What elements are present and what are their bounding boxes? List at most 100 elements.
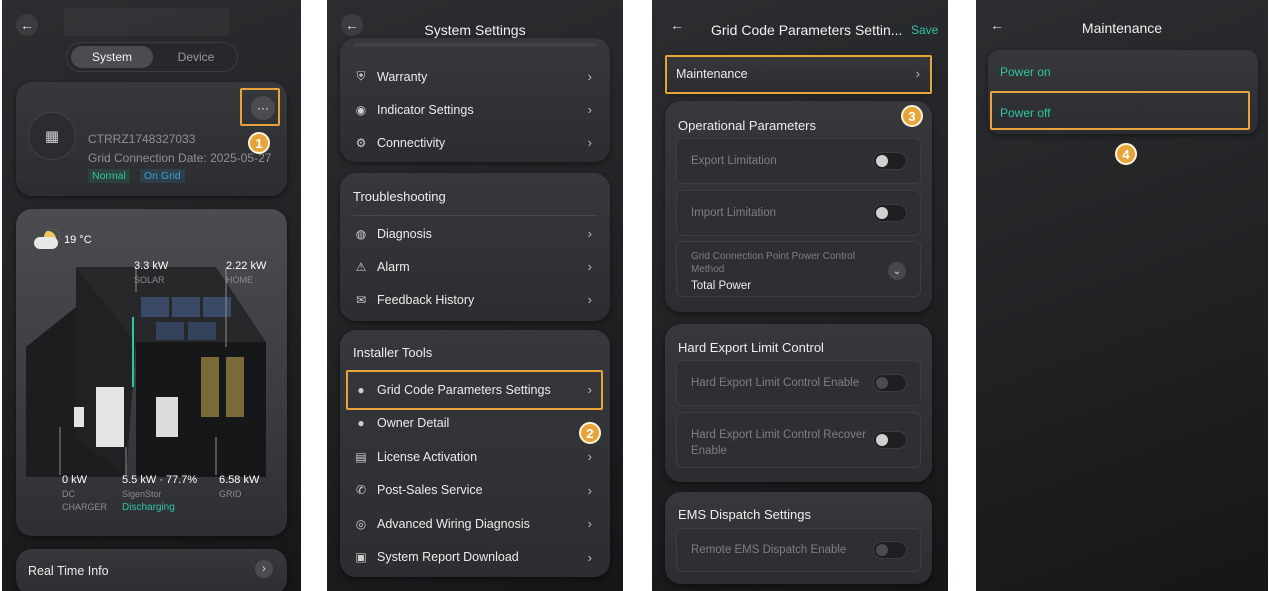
settings-item-label: Advanced Wiring Diagnosis <box>377 516 530 531</box>
hard-export-recover-toggle[interactable] <box>873 431 907 449</box>
step-badge-3: 3 <box>901 105 923 127</box>
maintenance-screen: ← Maintenance Power on Power off 4 <box>976 0 1268 591</box>
system-settings-screen: ← System Settings ⛨ Warranty › ◉ Indicator S… <box>327 0 623 591</box>
hard-export-limit-card: Hard Export Limit Control Hard Export Li… <box>665 324 932 482</box>
step-badge-2: 2 <box>579 422 601 444</box>
settings-item-alarm[interactable]: ⚠ Alarm › <box>340 250 610 283</box>
import-limitation-label: Import Limitation <box>691 207 777 219</box>
export-limitation-toggle[interactable] <box>873 152 907 170</box>
scroll-clipped-row <box>354 43 596 47</box>
grid-value: 6.58 kW <box>219 474 260 486</box>
highlight-power-off <box>990 91 1250 130</box>
chevron-right-icon: › <box>587 292 592 307</box>
settings-item-owner[interactable]: ●Owner Detail› <box>340 407 610 440</box>
page-title: Maintenance <box>1081 20 1163 36</box>
tab-system[interactable]: System <box>71 46 153 68</box>
tab-device[interactable]: Device <box>157 46 235 68</box>
chevron-right-icon: › <box>587 549 592 565</box>
weather-temp: 19 °C <box>64 234 92 246</box>
grid-connection-date: Grid Connection Date: 2025-05-27 <box>88 151 272 165</box>
settings-item-label: Post-Sales Service <box>377 483 483 497</box>
dc-label: DC <box>62 489 75 499</box>
gcp-power-control-row[interactable]: Grid Connection Point Power Control Meth… <box>676 241 921 297</box>
home-screen: ← System Device ▦ CTRRZ1748327033 Grid C… <box>2 0 301 591</box>
settings-item-label: System Report Download <box>377 550 519 564</box>
export-limitation-row: Export Limitation <box>676 138 921 184</box>
chevron-right-icon: › <box>587 69 592 84</box>
settings-item-label: Diagnosis <box>377 226 432 241</box>
real-time-info-button[interactable]: Real Time Info › <box>16 549 287 591</box>
settings-item-label: Warranty <box>377 69 428 84</box>
battery-value: 5.5 kW · 77.7% <box>122 474 198 486</box>
remote-ems-row: Remote EMS Dispatch Enable <box>676 528 921 572</box>
wiring-icon: ◎ <box>355 516 367 531</box>
diagnosis-icon: ◍ <box>355 226 367 241</box>
house-illustration <box>26 267 266 477</box>
settings-item-warranty[interactable]: ⛨ Warranty › <box>340 60 610 93</box>
solar-value: 3.3 kW <box>134 260 169 272</box>
step-badge-1: 1 <box>248 132 270 154</box>
general-settings-card: ⛨ Warranty › ◉ Indicator Settings › ⚙ Connectiv… <box>340 38 610 162</box>
hard-export-recover-label: Hard Export Limit Control Recover Enable <box>691 429 867 457</box>
power-on-option[interactable]: Power on <box>1000 65 1051 79</box>
weather-icon <box>34 229 62 249</box>
solar-label: SOLAR <box>134 275 165 285</box>
settings-item-connectivity[interactable]: ⚙ Connectivity › <box>340 126 610 159</box>
hard-export-enable-row: Hard Export Limit Control Enable <box>676 360 921 406</box>
battery-label: SigenStor <box>122 489 162 499</box>
operational-parameters-card: Operational Parameters Export Limitation… <box>665 101 932 312</box>
back-icon[interactable]: ← <box>666 14 688 36</box>
settings-item-feedback[interactable]: ✉ Feedback History › <box>340 283 610 316</box>
import-limitation-row: Import Limitation <box>676 190 921 236</box>
save-button[interactable]: Save <box>911 23 938 37</box>
chevron-down-icon: ⌄ <box>888 262 906 280</box>
settings-item-label: Owner Detail <box>377 416 450 430</box>
chevron-right-icon: › <box>255 560 273 578</box>
hard-export-recover-row: Hard Export Limit Control Recover Enable <box>676 412 921 468</box>
indicator-icon: ◉ <box>355 102 367 117</box>
settings-item-label: License Activation <box>377 449 478 464</box>
real-time-info-label: Real Time Info <box>28 564 109 578</box>
settings-item-wiring[interactable]: ◎ Advanced Wiring Diagnosis › <box>340 507 610 540</box>
settings-item-indicator[interactable]: ◉ Indicator Settings › <box>340 93 610 126</box>
settings-item-post-sales[interactable]: ✆ Post-Sales Service › <box>340 474 610 507</box>
connectivity-icon: ⚙ <box>355 135 367 150</box>
import-limitation-toggle[interactable] <box>873 204 907 222</box>
status-badge-on-grid: On Grid <box>140 169 185 183</box>
feedback-icon: ✉ <box>355 292 367 307</box>
export-limitation-label: Export Limitation <box>691 155 777 167</box>
ems-dispatch-card: EMS Dispatch Settings Remote EMS Dispatc… <box>665 492 932 584</box>
alarm-icon: ⚠ <box>355 259 367 274</box>
settings-item-report[interactable]: ▣ System Report Download › <box>340 541 610 574</box>
remote-ems-label: Remote EMS Dispatch Enable <box>691 544 847 556</box>
hard-export-enable-label: Hard Export Limit Control Enable <box>691 377 860 389</box>
dc-value: 0 kW <box>62 474 88 486</box>
settings-item-label: Connectivity <box>377 135 446 150</box>
settings-item-label: Alarm <box>377 259 410 274</box>
chevron-right-icon: › <box>587 102 592 117</box>
license-icon: ▤ <box>355 449 367 464</box>
chevron-right-icon: › <box>587 135 592 150</box>
gcp-power-control-value: Total Power <box>691 280 752 292</box>
energy-flow-card: 19 °C 3.3 kW SOLAR 2.22 kW HOME 0 kW DC … <box>16 209 287 536</box>
chevron-right-icon: › <box>587 516 592 531</box>
warranty-icon: ⛨ <box>356 69 366 83</box>
page-title: System Settings <box>424 22 526 38</box>
settings-item-license[interactable]: ▤ License Activation › <box>340 440 610 473</box>
settings-item-label: Feedback History <box>377 292 475 307</box>
header-blurred-area <box>64 8 230 36</box>
grid-label: GRID <box>219 489 242 499</box>
hard-export-enable-toggle[interactable] <box>873 374 907 392</box>
home-label: HOME <box>226 275 253 285</box>
troubleshooting-card: Troubleshooting ◍ Diagnosis › ⚠ Alarm › ✉ Feedb… <box>340 173 610 321</box>
operational-parameters-title: Operational Parameters <box>678 118 817 133</box>
step-badge-4: 4 <box>1115 143 1137 165</box>
settings-item-diagnosis[interactable]: ◍ Diagnosis › <box>340 217 610 250</box>
gcp-power-control-label: Grid Connection Point Power Control Meth… <box>691 251 855 275</box>
remote-ems-toggle[interactable] <box>873 541 907 559</box>
charger-label: CHARGER <box>62 502 108 512</box>
highlight-grid-code <box>346 370 603 410</box>
back-icon[interactable]: ← <box>16 14 38 36</box>
solar-panel-icon: ▦ <box>44 128 60 145</box>
chevron-right-icon: › <box>587 449 592 464</box>
